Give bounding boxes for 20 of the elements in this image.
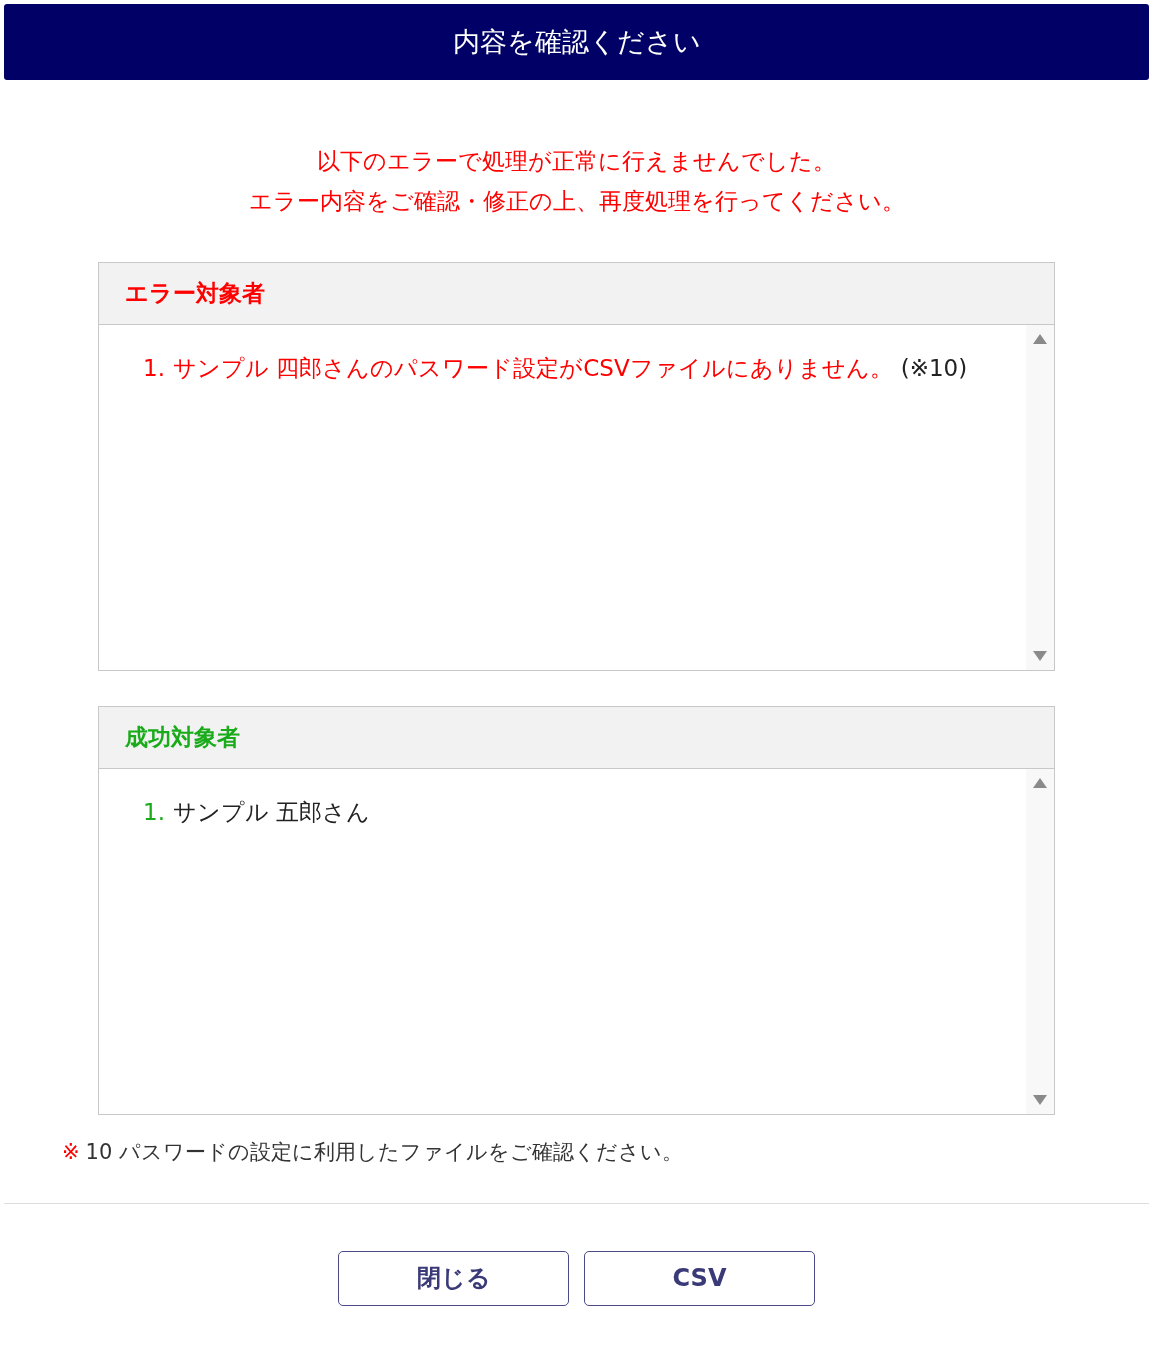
scrollbar[interactable] — [1026, 325, 1054, 670]
dialog-title: 内容を確認ください — [452, 24, 701, 59]
panel-title: エラー対象者 — [125, 279, 265, 309]
scroll-down-icon[interactable] — [1032, 650, 1048, 662]
scroll-up-icon[interactable] — [1032, 777, 1048, 789]
dialog-button[interactable]: CSV — [584, 1250, 815, 1306]
item-number: 1. — [143, 354, 165, 383]
item-number: 1. — [143, 798, 165, 827]
scrollbar[interactable] — [1026, 769, 1054, 1114]
item-text: サンプル 四郎さんのパスワード設定がCSVファイルにありません。 — [172, 354, 893, 383]
scroll-down-icon[interactable] — [1032, 1094, 1048, 1106]
scroll-up-icon[interactable] — [1032, 333, 1048, 345]
item-text: サンプル 五郎さん — [172, 798, 371, 827]
note-mark: ※ — [62, 1139, 80, 1166]
dialog-button[interactable]: 閉じる — [338, 1250, 569, 1306]
error-message: エラー内容をご確認・修正の上、再度処理を行ってください。 — [248, 187, 905, 216]
panel-title: 成功対象者 — [125, 723, 240, 753]
error-message: 以下のエラーで処理が正常に行えませんでした。 — [317, 147, 836, 176]
footnote: 10 パスワードの設定に利用したファイルをご確認ください。 — [85, 1139, 683, 1166]
item-note: (※10) — [900, 354, 968, 383]
